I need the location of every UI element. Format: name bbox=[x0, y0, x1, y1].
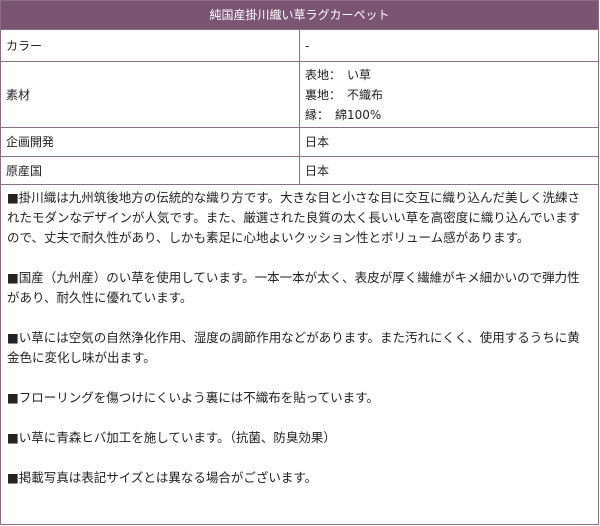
spec-row-planning: 企画開発 日本 bbox=[0, 127, 599, 157]
description-paragraph: ■掛川織は九州筑後地方の伝統的な織り方です。大きな目と小さな目に交互に織り込んだ… bbox=[7, 190, 581, 245]
spec-label-planning: 企画開発 bbox=[0, 127, 300, 157]
description-paragraph: ■フローリングを傷つけにくいよう裏には不織布を貼っています。 bbox=[7, 390, 379, 405]
material-line-face: 表地： い草 bbox=[305, 67, 372, 82]
spec-value-material: 表地： い草 裏地： 不織布 縁： 綿100% bbox=[299, 61, 599, 128]
spec-row-origin: 原産国 日本 bbox=[0, 156, 599, 185]
spec-value-origin: 日本 bbox=[299, 156, 599, 185]
spec-label-origin: 原産国 bbox=[0, 156, 300, 185]
description-paragraph: ■い草に青森ヒバ加工を施しています。（抗菌、防臭効果） bbox=[7, 430, 336, 445]
material-line-edge: 縁： 綿100% bbox=[305, 107, 382, 122]
product-spec-table: 純国産掛川織い草ラグカーペット カラー - 素材 表地： い草 裏地： 不織布 … bbox=[0, 0, 599, 525]
spec-row-material: 素材 表地： い草 裏地： 不織布 縁： 綿100% bbox=[0, 61, 599, 128]
material-line-back: 裏地： 不織布 bbox=[305, 87, 384, 102]
description-row: ■掛川織は九州筑後地方の伝統的な織り方です。大きな目と小さな目に交互に織り込んだ… bbox=[0, 184, 599, 525]
description-paragraph: ■い草には空気の自然浄化作用、湿度の調節作用などがあります。また汚れにくく、使用… bbox=[7, 330, 580, 365]
description-cell: ■掛川織は九州筑後地方の伝統的な織り方です。大きな目と小さな目に交互に織り込んだ… bbox=[0, 184, 599, 525]
description-paragraph: ■掲載写真は表記サイズとは異なる場合がございます。 bbox=[7, 470, 318, 485]
spec-label-color: カラー bbox=[0, 29, 300, 62]
spec-value-planning: 日本 bbox=[299, 127, 599, 157]
spec-label-material: 素材 bbox=[0, 61, 300, 128]
spec-row-color: カラー - bbox=[0, 29, 599, 62]
table-title: 純国産掛川織い草ラグカーペット bbox=[0, 0, 599, 30]
spec-value-color: - bbox=[299, 29, 599, 62]
description-paragraph: ■国産（九州産）のい草を使用しています。一本一本が太く、表皮が厚く繊維がキメ細か… bbox=[7, 270, 580, 305]
